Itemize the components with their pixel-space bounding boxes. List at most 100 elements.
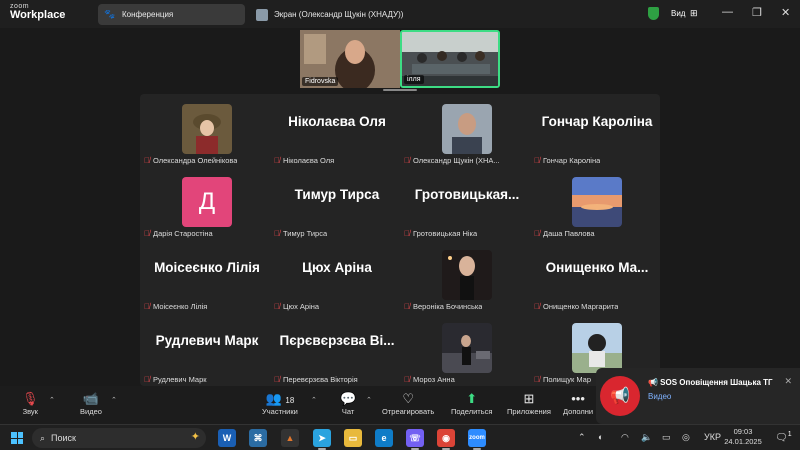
zoom-app-icon[interactable]: zoom xyxy=(468,429,486,450)
tray-app-icon[interactable]: ◐ xyxy=(598,432,603,442)
participants-count: 18 xyxy=(285,396,295,405)
participant-tile[interactable]: 🎙̸ Олександра Олейнікова xyxy=(142,94,272,167)
participant-label: 🎙̸ Моісеєнко Лілія xyxy=(144,302,207,311)
participant-label: 🎙̸ Дарія Старостіна xyxy=(144,229,213,238)
audio-caret-icon[interactable]: ⌃ xyxy=(49,396,55,404)
mic-muted-icon: 🎙̸ xyxy=(534,375,540,384)
restore-icon[interactable]: ❐ xyxy=(752,6,762,19)
windows-start-icon[interactable] xyxy=(11,432,23,444)
mic-muted-icon: 🎙̸ xyxy=(404,375,410,384)
participant-name: Даша Павлова xyxy=(543,229,595,238)
participant-tile[interactable]: Гротовицькая... 🎙̸ Гротовицькая Ніка xyxy=(402,167,532,240)
participant-display-name: Гротовицькая... xyxy=(414,187,520,202)
participant-name: Перевєрзєва Вікторія xyxy=(283,375,358,384)
taskbar-search[interactable]: ⌕ Поиск ✦ xyxy=(32,428,206,448)
wifi-icon[interactable]: ◠ xyxy=(621,432,629,443)
grid-view-icon[interactable]: ⊞ xyxy=(690,8,698,19)
folder-app-icon[interactable]: ▭ xyxy=(344,429,362,447)
language-indicator[interactable]: УКР xyxy=(704,432,721,442)
apps-button[interactable]: ⊞ Приложения xyxy=(507,390,551,416)
volume-icon[interactable]: 🔈 xyxy=(641,432,652,443)
viber-app-icon[interactable]: ☏ xyxy=(406,429,424,450)
close-icon[interactable]: ✕ xyxy=(781,6,790,19)
video-caret-icon[interactable]: ⌃ xyxy=(111,396,117,404)
word-app-icon[interactable]: W xyxy=(218,429,236,447)
chat-button[interactable]: 💬 Чат xyxy=(340,390,356,416)
search-icon: ⌕ xyxy=(40,432,46,443)
participant-name: Вероніка Бочинська xyxy=(413,302,483,311)
audio-button[interactable]: 🎙 Звук xyxy=(22,390,39,416)
participant-label: 🎙̸ Перевєрзєва Вікторія xyxy=(274,375,358,384)
participant-name: Полищук Мар xyxy=(543,375,592,384)
participant-display-name: Онищенко Ма... xyxy=(545,260,649,275)
participant-tile[interactable]: 🎙̸ Мороз Анна xyxy=(402,313,532,386)
react-button[interactable]: ♡ Отреагировать xyxy=(382,390,434,416)
participant-label: 🎙̸ Вероніка Бочинська xyxy=(404,302,482,311)
mic-muted-icon: 🎙̸ xyxy=(534,156,540,165)
participant-tile[interactable]: Цюх Аріна 🎙̸ Цюх Аріна xyxy=(272,240,402,313)
notification-close-icon[interactable]: ✕ xyxy=(784,376,792,387)
notification-popup[interactable]: 📢 📢 SOS Оповіщення Шацька ТГ Видео ✕ xyxy=(596,368,800,424)
share-button[interactable]: ⬆ Поделиться xyxy=(451,390,492,416)
participant-tile[interactable]: Рудлевич Марк 🎙̸ Рудлевич Марк xyxy=(142,313,272,386)
battery-icon[interactable]: ▭ xyxy=(662,432,671,443)
participant-label: 🎙̸ Олександр Щукін (ХНА... xyxy=(404,156,500,165)
participants-caret-icon[interactable]: ⌃ xyxy=(311,396,317,404)
strip-resize-handle[interactable] xyxy=(383,89,417,91)
active-speaker-thumb[interactable]: ілля xyxy=(400,30,500,88)
participant-tile[interactable]: 🎙̸ Вероніка Бочинська xyxy=(402,240,532,313)
participant-name: Цюх Аріна xyxy=(283,302,320,311)
mic-muted-icon: 🎙̸ xyxy=(144,302,150,311)
more-button[interactable]: ••• Дополни xyxy=(563,390,593,416)
apps-icon: ⊞ xyxy=(523,391,535,406)
notification-center-icon[interactable]: 🗨1 xyxy=(775,431,792,443)
participant-label: 🎙̸ Даша Павлова xyxy=(534,229,595,238)
network-app-icon[interactable]: ⌘ xyxy=(249,429,267,447)
participant-display-name: Моісеєнко Лілія xyxy=(154,260,260,275)
participant-display-name: Тимур Тирса xyxy=(294,187,380,202)
minimize-icon[interactable]: — xyxy=(722,6,733,18)
mic-muted-icon: 🎙̸ xyxy=(404,156,410,165)
participant-tile[interactable]: Д 🎙̸ Дарія Старостіна xyxy=(142,167,272,240)
avatar-photo xyxy=(182,104,232,154)
apps-label: Приложения xyxy=(507,407,551,416)
system-clock[interactable]: 09:03 24.01.2025 xyxy=(723,427,763,447)
tray-overflow-icon[interactable]: ⌃ xyxy=(578,432,586,443)
participants-button[interactable]: 👥 18 Участники xyxy=(262,390,298,416)
view-button[interactable]: Вид xyxy=(671,9,685,18)
encryption-shield-icon[interactable] xyxy=(648,7,659,20)
participant-tile[interactable]: Ніколаєва Оля 🎙̸ Ніколаєва Оля xyxy=(272,94,402,167)
avatar xyxy=(442,323,492,373)
chrome-app-icon[interactable]: ◉ xyxy=(437,429,455,450)
participant-display-name: Гончар Кароліна xyxy=(541,114,653,129)
participant-label: 🎙̸ Онищенко Маргарита xyxy=(534,302,618,311)
share-label: Поделиться xyxy=(451,407,493,416)
participant-name: Дарія Старостіна xyxy=(153,229,213,238)
tab-screen-share[interactable]: Экран (Олександр Щукін (ХНАДУ)) xyxy=(250,4,410,25)
participant-tile[interactable]: Гончар Кароліна 🎙̸ Гончар Кароліна xyxy=(532,94,662,167)
avatar xyxy=(572,323,622,373)
participant-tile[interactable]: 🎙̸ Даша Павлова xyxy=(532,167,662,240)
thumb-name: Fidrovska xyxy=(302,77,339,86)
matlab-app-icon[interactable]: ▲ xyxy=(281,429,299,447)
video-thumb[interactable]: Fidrovska xyxy=(300,30,400,88)
mic-muted-icon: 🎙̸ xyxy=(404,229,410,238)
participant-tile[interactable]: Моісеєнко Лілія 🎙̸ Моісеєнко Лілія xyxy=(142,240,272,313)
participants-label: Участники xyxy=(262,407,298,416)
share-screen-icon: ⬆ xyxy=(466,391,478,406)
participant-tile[interactable]: Онищенко Ма... 🎙̸ Онищенко Маргарита xyxy=(532,240,662,313)
title-bar: zoom Workplace 🐾 Конференция Экран (Олек… xyxy=(0,0,800,28)
participant-tile[interactable]: Пєрєвєрзєва Ві... 🎙̸ Перевєрзєва Вікторія xyxy=(272,313,402,386)
participant-tile[interactable]: Тимур Тирса 🎙̸ Тимур Тирса xyxy=(272,167,402,240)
video-button[interactable]: 📹 Видео xyxy=(80,390,102,416)
tab-conference[interactable]: 🐾 Конференция xyxy=(98,4,245,25)
participant-display-name: Рудлевич Марк xyxy=(155,333,259,348)
edge-app-icon[interactable]: e xyxy=(375,429,393,447)
gallery-grid: 🎙̸ Олександра Олейнікова Ніколаєва Оля 🎙̸ Ні… xyxy=(140,94,660,386)
more-label: Дополни xyxy=(563,407,594,416)
participant-label: 🎙̸ Гротовицькая Ніка xyxy=(404,229,477,238)
tray-misc-icon[interactable]: ◎ xyxy=(682,432,690,443)
participant-tile[interactable]: 🎙̸ Олександр Щукін (ХНА... xyxy=(402,94,532,167)
chat-caret-icon[interactable]: ⌃ xyxy=(366,396,372,404)
telegram-app-icon[interactable]: ➤ xyxy=(313,429,331,450)
